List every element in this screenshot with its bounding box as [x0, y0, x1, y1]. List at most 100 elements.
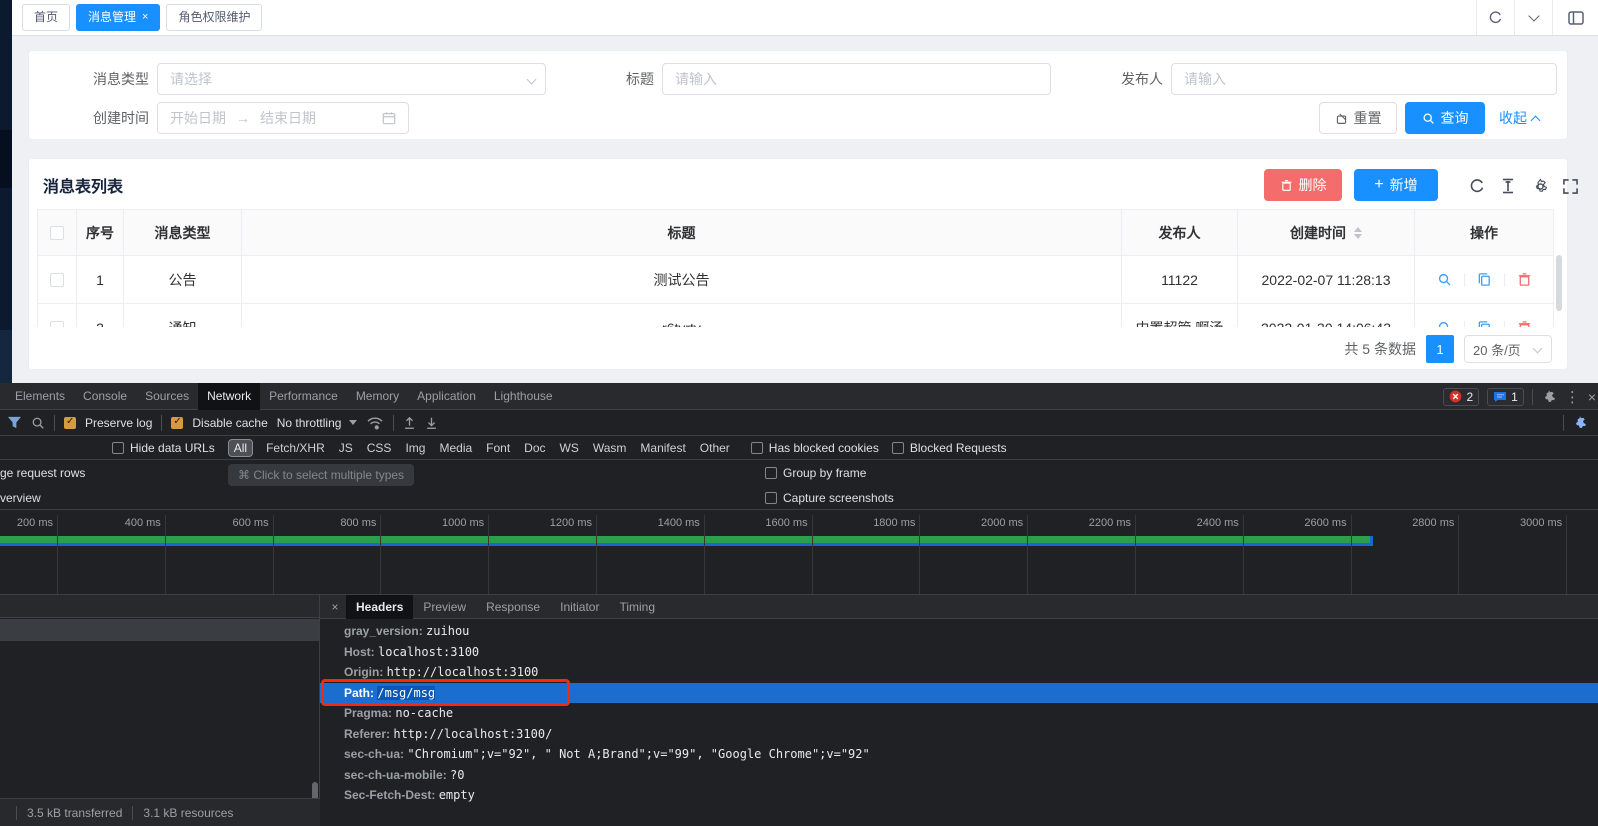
select-all-checkbox[interactable]	[50, 226, 64, 240]
page-size-select[interactable]: 20 条/页	[1464, 335, 1552, 363]
filter-type-css[interactable]: CSS	[367, 441, 392, 455]
group-by-frame-checkbox[interactable]	[765, 467, 777, 479]
table-scrollbar[interactable]	[1556, 255, 1562, 311]
layout-button[interactable]	[1552, 0, 1598, 35]
header-line-gray_version[interactable]: gray_version: zuihou	[320, 621, 1598, 642]
selected-request-row[interactable]	[0, 619, 319, 641]
devtools-tab-sources[interactable]: Sources	[136, 383, 198, 410]
add-button[interactable]: + 新增	[1354, 169, 1438, 201]
filter-type-media[interactable]: Media	[439, 441, 472, 455]
timeline-overview[interactable]: 200 ms400 ms600 ms800 ms1000 ms1200 ms14…	[0, 510, 1598, 595]
filter-type-font[interactable]: Font	[486, 441, 510, 455]
header-line-sec-fetch-dest[interactable]: Sec-Fetch-Dest: empty	[320, 785, 1598, 806]
filter-type-wasm[interactable]: Wasm	[593, 441, 627, 455]
fullscreen-button[interactable]	[1561, 177, 1579, 195]
title-input[interactable]: 请输入	[662, 63, 1051, 95]
sort-carets-icon[interactable]	[1354, 227, 1362, 239]
filter-type-fetchxhr[interactable]: Fetch/XHR	[266, 441, 325, 455]
show-overview-label-clipped[interactable]: verview	[0, 491, 41, 505]
row-checkbox[interactable]	[50, 321, 64, 328]
devtools-tab-memory[interactable]: Memory	[347, 383, 408, 410]
import-har-icon[interactable]	[403, 416, 416, 430]
delete-button[interactable]: 删除	[1264, 169, 1342, 201]
date-range-picker[interactable]: 开始日期 → 结束日期	[157, 102, 409, 134]
collapsed-sidebar[interactable]	[0, 0, 12, 383]
header-line-referer[interactable]: Referer: http://localhost:3100/	[320, 724, 1598, 745]
close-details-icon[interactable]: ×	[326, 600, 344, 614]
devtools-settings-gear-icon[interactable]	[1541, 389, 1557, 405]
filter-type-other[interactable]: Other	[700, 441, 730, 455]
nav-tab-2[interactable]: 角色权限维护	[166, 4, 262, 31]
header-line-sec-ch-ua-mobile[interactable]: sec-ch-ua-mobile: ?0	[320, 765, 1598, 786]
issues-badge[interactable]: 1	[1487, 388, 1524, 406]
kebab-menu-icon[interactable]: ⋮	[1565, 388, 1580, 406]
devtools-tab-console[interactable]: Console	[74, 383, 136, 410]
collapse-link[interactable]: 收起	[1499, 108, 1539, 128]
delete-row-icon[interactable]	[1517, 272, 1532, 287]
reset-button[interactable]: 重置	[1319, 102, 1397, 134]
has-blocked-cookies-checkbox[interactable]	[751, 442, 763, 454]
view-row-icon[interactable]	[1437, 320, 1452, 327]
table-settings-button[interactable]	[1531, 177, 1549, 195]
row-height-button[interactable]	[1499, 177, 1517, 195]
devtools-tab-network[interactable]: Network	[198, 383, 260, 410]
devtools-tab-application[interactable]: Application	[408, 383, 485, 410]
capture-screenshots-option[interactable]: Capture screenshots	[765, 491, 894, 505]
column-header-2[interactable]: 标题	[242, 210, 1122, 255]
hide-data-urls-checkbox[interactable]	[112, 442, 124, 454]
header-line-path[interactable]: Path: /msg/msg	[320, 683, 1598, 704]
refresh-page-button[interactable]	[1476, 0, 1514, 35]
details-tab-timing[interactable]: Timing	[609, 595, 665, 619]
network-settings-gear-icon[interactable]	[1572, 415, 1588, 431]
delete-row-icon[interactable]	[1517, 320, 1532, 327]
export-har-icon[interactable]	[425, 416, 438, 430]
disable-cache-checkbox[interactable]	[171, 417, 183, 429]
network-conditions-icon[interactable]	[366, 416, 384, 430]
filter-type-doc[interactable]: Doc	[524, 441, 545, 455]
blocked-requests-checkbox[interactable]	[892, 442, 904, 454]
nav-tab-0[interactable]: 首页	[22, 4, 70, 31]
filter-type-ws[interactable]: WS	[560, 441, 579, 455]
table-refresh-button[interactable]	[1468, 177, 1486, 195]
page-number-button[interactable]: 1	[1426, 335, 1454, 363]
search-icon[interactable]	[31, 416, 45, 430]
column-header-3[interactable]: 发布人	[1122, 210, 1238, 255]
column-header-5[interactable]: 操作	[1415, 210, 1553, 255]
capture-screenshots-checkbox[interactable]	[765, 492, 777, 504]
column-header-1[interactable]: 消息类型	[124, 210, 242, 255]
column-header-0[interactable]: 序号	[77, 210, 124, 255]
message-type-select[interactable]: 请选择	[157, 63, 546, 95]
devtools-tab-lighthouse[interactable]: Lighthouse	[485, 383, 562, 410]
filter-all[interactable]: All	[228, 439, 253, 457]
header-line-origin[interactable]: Origin: http://localhost:3100	[320, 662, 1598, 683]
filter-type-js[interactable]: JS	[339, 441, 353, 455]
filter-funnel-icon[interactable]	[7, 416, 22, 429]
query-button[interactable]: 查询	[1405, 102, 1485, 134]
row-checkbox[interactable]	[50, 273, 64, 287]
error-badge[interactable]: 2	[1443, 388, 1479, 406]
copy-row-icon[interactable]	[1477, 272, 1492, 287]
group-by-frame-option[interactable]: Group by frame	[765, 466, 866, 480]
publisher-input[interactable]: 请输入	[1171, 63, 1557, 95]
column-header-4[interactable]: 创建时间	[1238, 210, 1415, 255]
details-tab-preview[interactable]: Preview	[413, 595, 476, 619]
details-tab-initiator[interactable]: Initiator	[550, 595, 609, 619]
view-row-icon[interactable]	[1437, 272, 1452, 287]
throttling-select[interactable]: No throttling	[277, 416, 358, 430]
devtools-tab-elements[interactable]: Elements	[6, 383, 74, 410]
copy-row-icon[interactable]	[1477, 320, 1492, 327]
header-line-host[interactable]: Host: localhost:3100	[320, 642, 1598, 663]
details-tab-headers[interactable]: Headers	[346, 595, 413, 619]
use-large-request-rows-label-clipped[interactable]: ge request rows	[0, 466, 85, 480]
close-tab-icon[interactable]: ×	[142, 12, 148, 23]
filter-type-manifest[interactable]: Manifest	[640, 441, 685, 455]
close-devtools-icon[interactable]: ×	[1588, 389, 1596, 405]
nav-tab-1[interactable]: 消息管理×	[76, 4, 160, 31]
tab-list-button[interactable]	[1514, 0, 1552, 35]
header-line-sec-ch-ua[interactable]: sec-ch-ua: "Chromium";v="92", " Not A;Br…	[320, 744, 1598, 765]
devtools-tab-performance[interactable]: Performance	[260, 383, 347, 410]
preserve-log-checkbox[interactable]	[64, 417, 76, 429]
details-tab-response[interactable]: Response	[476, 595, 550, 619]
filter-type-img[interactable]: Img	[405, 441, 425, 455]
header-line-pragma[interactable]: Pragma: no-cache	[320, 703, 1598, 724]
